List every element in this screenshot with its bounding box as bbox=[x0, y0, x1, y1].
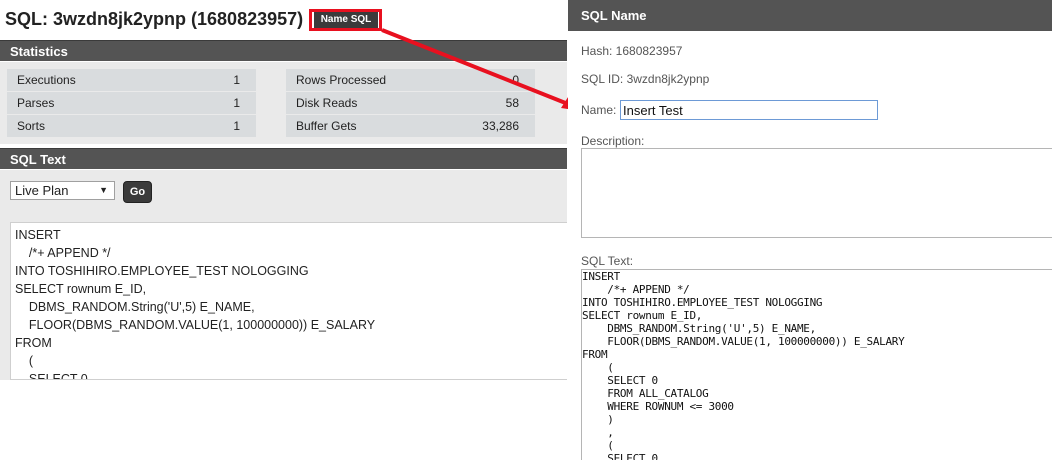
stat-value: 0 bbox=[512, 73, 519, 87]
stat-label: Parses bbox=[17, 96, 55, 110]
statistics-left-column: Executions 1 Parses 1 Sorts 1 bbox=[7, 69, 256, 138]
sql-text-toolbar: Live Plan ▼ bbox=[0, 170, 567, 211]
stat-row-sorts: Sorts 1 bbox=[7, 115, 256, 138]
stat-row-executions: Executions 1 bbox=[7, 69, 256, 92]
sql-details-page: SQL: 3wzdn8jk2ypnp (1680823957) Name SQL… bbox=[0, 0, 567, 460]
stat-row-parses: Parses 1 bbox=[7, 92, 256, 115]
stat-label: Executions bbox=[17, 73, 76, 87]
statistics-panel: Executions 1 Parses 1 Sorts 1 Rows Proce… bbox=[0, 62, 567, 144]
name-sql-button[interactable]: Name SQL bbox=[314, 12, 378, 28]
stat-label: Disk Reads bbox=[296, 96, 358, 110]
stat-value: 1 bbox=[233, 73, 240, 87]
description-textarea[interactable] bbox=[581, 148, 1052, 238]
sql-name-dialog: SQL Name Hash: 1680823957 SQL ID: 3wzdn8… bbox=[568, 0, 1052, 460]
sql-text-label: SQL Text: bbox=[581, 254, 634, 268]
stat-label: Rows Processed bbox=[296, 73, 387, 87]
dialog-title: SQL Name bbox=[568, 0, 1052, 31]
go-button[interactable]: Go bbox=[123, 181, 152, 203]
plan-select[interactable]: Live Plan ▼ bbox=[10, 181, 115, 200]
hash-label: Hash: 1680823957 bbox=[581, 44, 683, 58]
dialog-sql-text[interactable]: INSERT /*+ APPEND */ INTO TOSHIHIRO.EMPL… bbox=[581, 269, 1052, 460]
stat-label: Buffer Gets bbox=[296, 119, 357, 133]
sql-text-code[interactable]: INSERT /*+ APPEND */ INTO TOSHIHIRO.EMPL… bbox=[10, 222, 567, 380]
stat-label: Sorts bbox=[17, 119, 46, 133]
stat-value: 1 bbox=[233, 119, 240, 133]
page-title: SQL: 3wzdn8jk2ypnp (1680823957) bbox=[5, 9, 304, 29]
statistics-right-column: Rows Processed 0 Disk Reads 58 Buffer Ge… bbox=[286, 69, 535, 138]
sql-text-panel: INSERT /*+ APPEND */ INTO TOSHIHIRO.EMPL… bbox=[0, 211, 567, 380]
stat-value: 1 bbox=[233, 96, 240, 110]
stat-row-disk-reads: Disk Reads 58 bbox=[286, 92, 535, 115]
stat-value: 58 bbox=[505, 96, 519, 110]
name-input[interactable] bbox=[620, 100, 878, 120]
sql-text-header: SQL Text bbox=[0, 148, 567, 169]
stat-row-buffer-gets: Buffer Gets 33,286 bbox=[286, 115, 535, 138]
dropdown-arrow-icon: ▼ bbox=[99, 185, 108, 195]
sql-id-label: SQL ID: 3wzdn8jk2ypnp bbox=[581, 72, 710, 86]
plan-select-value: Live Plan bbox=[15, 183, 69, 198]
name-label: Name: bbox=[581, 103, 617, 117]
statistics-header: Statistics bbox=[0, 40, 567, 61]
description-label: Description: bbox=[581, 134, 645, 148]
stat-row-rows-processed: Rows Processed 0 bbox=[286, 69, 535, 92]
stat-value: 33,286 bbox=[482, 119, 519, 133]
